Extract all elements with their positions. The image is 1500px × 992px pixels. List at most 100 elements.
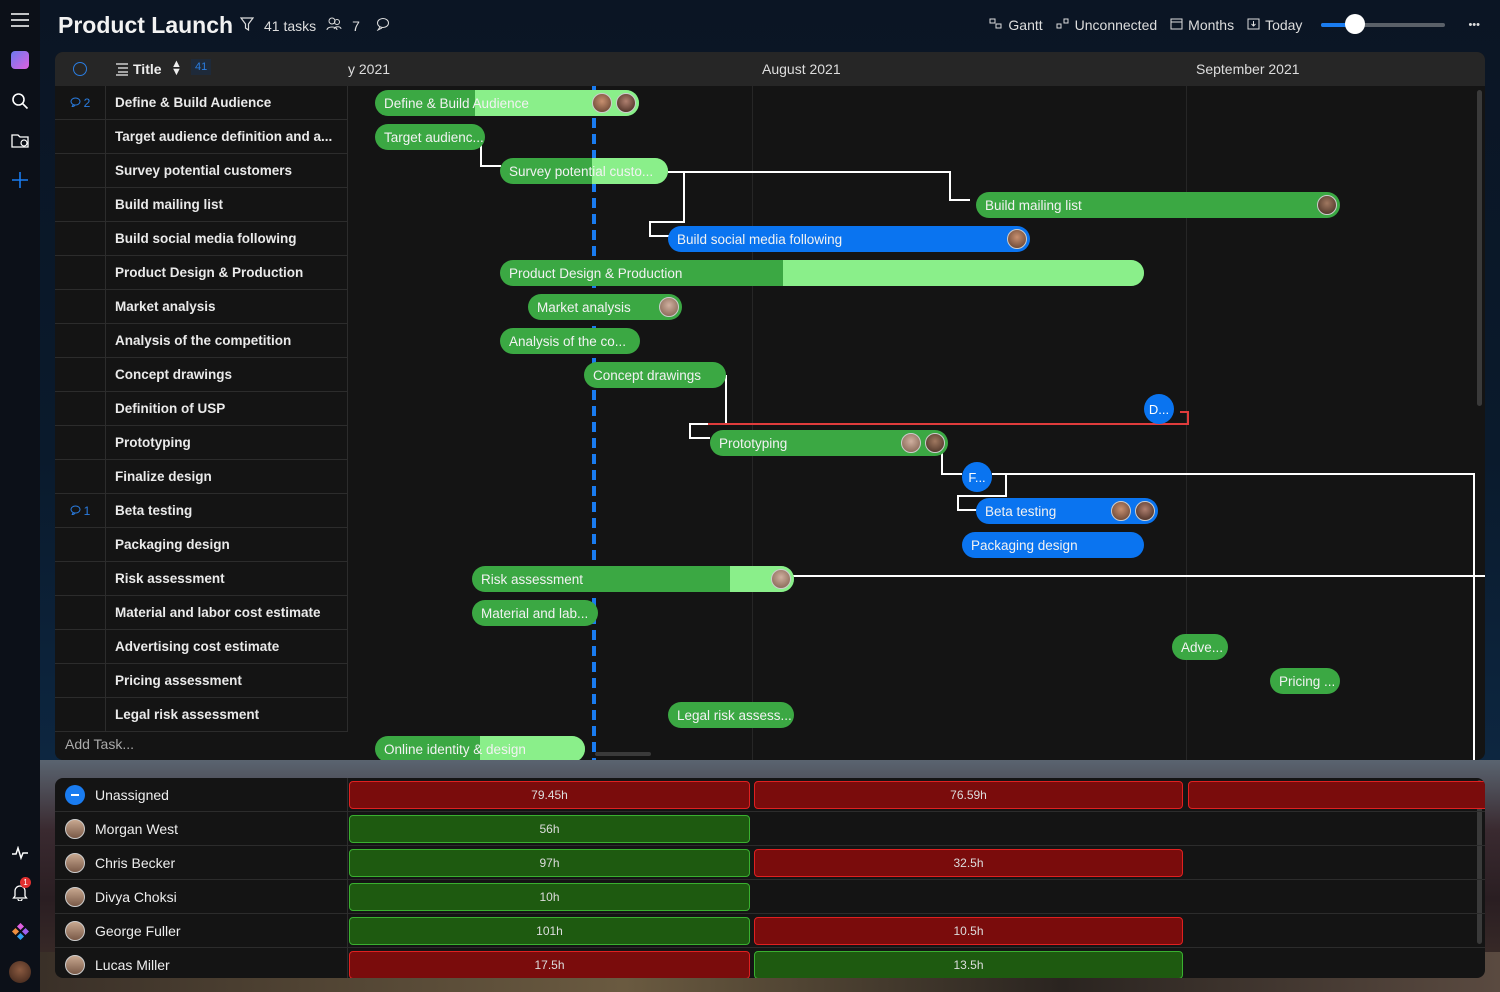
task-bar[interactable]: Analysis of the co... xyxy=(500,328,640,354)
task-title[interactable]: Advertising cost estimate xyxy=(106,639,347,654)
comment-cell[interactable] xyxy=(55,392,106,425)
task-title[interactable]: Analysis of the competition xyxy=(106,333,347,348)
zoom-slider-knob[interactable] xyxy=(1344,14,1365,34)
workload-cell[interactable]: 144.91h (+1.91h) xyxy=(1188,781,1485,809)
workload-cell[interactable]: 97h xyxy=(349,849,750,877)
horizontal-scrollbar[interactable] xyxy=(595,752,651,756)
workload-cell[interactable]: 79.45h xyxy=(349,781,750,809)
workload-cell[interactable]: 10.5h xyxy=(754,917,1183,945)
task-title[interactable]: Definition of USP xyxy=(106,401,347,416)
task-bar[interactable]: Material and lab... xyxy=(472,600,598,626)
comment-cell[interactable] xyxy=(55,188,106,221)
comment-cell[interactable] xyxy=(55,460,106,493)
comment-cell[interactable] xyxy=(55,528,106,561)
add-task-input[interactable]: Add Task... xyxy=(65,736,134,752)
assignee-avatar[interactable] xyxy=(771,569,791,589)
more-button[interactable]: ••• xyxy=(1468,19,1480,31)
task-bar[interactable]: Prototyping xyxy=(710,430,948,456)
resource-name-cell[interactable]: Divya Choksi xyxy=(55,880,348,914)
task-count[interactable]: 41 tasks xyxy=(264,18,316,34)
select-all-checkbox[interactable] xyxy=(73,62,87,76)
task-row[interactable]: 2 Define & Build Audience xyxy=(55,86,347,120)
task-row[interactable]: Survey potential customers xyxy=(55,154,347,188)
task-bar[interactable]: Legal risk assess... xyxy=(668,702,794,728)
team-icon[interactable] xyxy=(326,17,342,34)
task-title[interactable]: Prototyping xyxy=(106,435,347,450)
task-bar[interactable]: Packaging design xyxy=(962,532,1144,558)
task-bar[interactable]: Online identity & design xyxy=(375,736,585,760)
task-bar[interactable]: Pricing ... xyxy=(1270,668,1340,694)
task-row[interactable]: 1 Beta testing xyxy=(55,494,347,528)
task-row[interactable]: Concept drawings xyxy=(55,358,347,392)
assignee-avatar[interactable] xyxy=(1317,195,1337,215)
bell-icon[interactable]: 1 xyxy=(8,877,32,904)
comment-cell[interactable]: 1 xyxy=(55,494,106,527)
today-button[interactable]: Today xyxy=(1247,17,1302,33)
workload-cell[interactable]: 13.5h xyxy=(754,951,1183,978)
task-title[interactable]: Beta testing xyxy=(106,503,347,518)
task-bar[interactable]: Concept drawings xyxy=(584,362,726,388)
resource-name-cell[interactable]: Morgan West xyxy=(55,812,348,846)
task-bar[interactable]: Build mailing list xyxy=(976,192,1340,218)
sort-icon[interactable]: ▲ ▼ xyxy=(171,59,182,78)
workload-cell[interactable]: 32.5h xyxy=(754,849,1183,877)
team-count[interactable]: 7 xyxy=(352,18,360,34)
unconnected-button[interactable]: Unconnected xyxy=(1056,17,1157,33)
task-row[interactable]: Packaging design xyxy=(55,528,347,562)
comment-cell[interactable] xyxy=(55,562,106,595)
assignee-avatar[interactable] xyxy=(1007,229,1027,249)
task-bar[interactable]: Product Design & Production xyxy=(500,260,1144,286)
task-title[interactable]: Survey potential customers xyxy=(106,163,347,178)
comment-cell[interactable] xyxy=(55,324,106,357)
task-row[interactable]: Risk assessment xyxy=(55,562,347,596)
comment-cell[interactable] xyxy=(55,290,106,323)
task-title[interactable]: Pricing assessment xyxy=(106,673,347,688)
app-logo-icon[interactable] xyxy=(8,48,32,72)
months-button[interactable]: Months xyxy=(1170,17,1234,33)
comment-cell[interactable] xyxy=(55,222,106,255)
task-row[interactable]: Analysis of the competition xyxy=(55,324,347,358)
assignee-avatar[interactable] xyxy=(925,433,945,453)
task-bar[interactable]: Build social media following xyxy=(668,226,1030,252)
resource-name-cell[interactable]: George Fuller xyxy=(55,914,348,948)
task-bar[interactable]: Adve... xyxy=(1172,634,1228,660)
comment-cell[interactable] xyxy=(55,358,106,391)
comment-cell[interactable] xyxy=(55,426,106,459)
assignee-avatar[interactable] xyxy=(659,297,679,317)
task-row[interactable]: Definition of USP xyxy=(55,392,347,426)
task-bar[interactable]: Define & Build Audience xyxy=(375,90,639,116)
task-title[interactable]: Target audience definition and a... xyxy=(106,129,347,144)
comment-cell[interactable]: 2 xyxy=(55,86,106,119)
task-bar[interactable]: Beta testing xyxy=(976,498,1158,524)
apps-icon[interactable] xyxy=(8,920,32,944)
user-avatar[interactable] xyxy=(8,960,32,984)
workload-cell[interactable]: 101h xyxy=(349,917,750,945)
assignee-avatar[interactable] xyxy=(592,93,612,113)
vertical-scrollbar[interactable] xyxy=(1477,90,1482,406)
workload-cell[interactable]: 10h xyxy=(349,883,750,911)
task-title[interactable]: Build mailing list xyxy=(106,197,347,212)
task-row[interactable]: Market analysis xyxy=(55,290,347,324)
assignee-avatar[interactable] xyxy=(1135,501,1155,521)
search-icon[interactable] xyxy=(8,89,32,113)
task-row[interactable]: Build mailing list xyxy=(55,188,347,222)
task-title[interactable]: Build social media following xyxy=(106,231,347,246)
task-row[interactable]: Pricing assessment xyxy=(55,664,347,698)
task-bar[interactable]: Survey potential custo... xyxy=(500,158,668,184)
task-row[interactable]: Target audience definition and a... xyxy=(55,120,347,154)
gantt-view-button[interactable]: Gantt xyxy=(989,17,1043,33)
zoom-slider[interactable] xyxy=(1321,14,1446,34)
comment-cell[interactable] xyxy=(55,154,106,187)
workload-cell[interactable]: 17.5h xyxy=(349,951,750,978)
menu-icon[interactable] xyxy=(8,8,32,32)
task-bar[interactable]: Risk assessment xyxy=(472,566,794,592)
folder-icon[interactable] xyxy=(8,128,32,152)
workload-cell[interactable]: 56h xyxy=(349,815,750,843)
task-title[interactable]: Concept drawings xyxy=(106,367,347,382)
task-row[interactable]: Finalize design xyxy=(55,460,347,494)
task-title[interactable]: Product Design & Production xyxy=(106,265,347,280)
title-column-header[interactable]: Title xyxy=(133,61,162,77)
assignee-avatar[interactable] xyxy=(616,93,636,113)
task-row[interactable]: Legal risk assessment xyxy=(55,698,347,732)
task-title[interactable]: Finalize design xyxy=(106,469,347,484)
